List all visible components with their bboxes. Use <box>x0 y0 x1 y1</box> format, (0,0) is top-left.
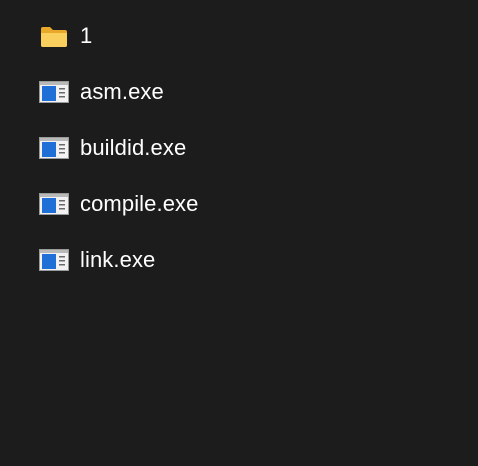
item-label: 1 <box>80 23 93 48</box>
item-label: compile.exe <box>80 191 199 216</box>
list-item-link-exe[interactable]: link.exe <box>39 240 155 280</box>
list-item-folder-1[interactable]: 1 <box>39 16 92 56</box>
exe-app-icon <box>39 136 70 160</box>
item-label: link.exe <box>80 247 156 272</box>
exe-app-icon <box>39 192 70 216</box>
item-label: buildid.exe <box>80 135 187 160</box>
exe-app-icon <box>39 80 70 104</box>
file-list: 1 asm.exe buildid.exe compile.exe link.e… <box>0 0 478 466</box>
item-label: asm.exe <box>80 79 164 104</box>
list-item-asm-exe[interactable]: asm.exe <box>39 72 164 112</box>
folder-icon <box>39 24 70 48</box>
exe-app-icon <box>39 248 70 272</box>
list-item-compile-exe[interactable]: compile.exe <box>39 184 199 224</box>
list-item-buildid-exe[interactable]: buildid.exe <box>39 128 186 168</box>
